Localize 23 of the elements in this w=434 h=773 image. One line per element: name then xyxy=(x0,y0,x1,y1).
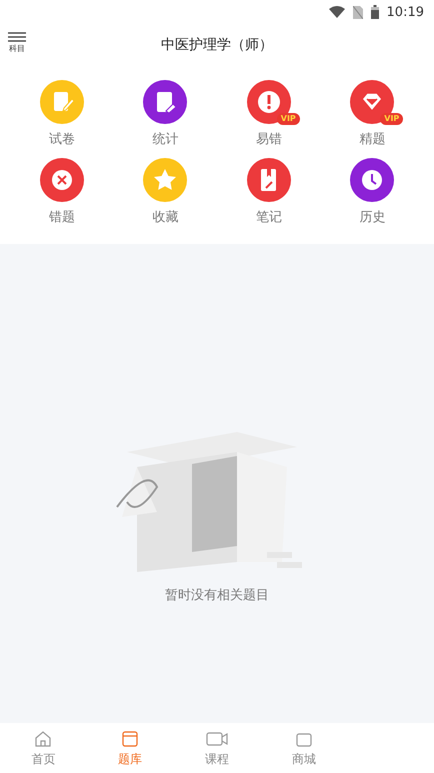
feature-button[interactable]: 笔记 xyxy=(217,158,320,226)
battery-icon xyxy=(370,5,379,19)
feature-button[interactable]: VIP 精题 xyxy=(320,80,424,148)
empty-message: 暂时没有相关题目 xyxy=(165,587,269,604)
feature-button[interactable]: VIP 易错 xyxy=(217,80,320,148)
no-sim-icon xyxy=(352,6,363,18)
nav-tab[interactable]: 首页 xyxy=(0,723,87,773)
vip-badge: VIP xyxy=(276,113,300,125)
feature-button[interactable]: 错题 xyxy=(10,158,114,226)
vip-badge: VIP xyxy=(380,113,404,125)
nav-tab[interactable]: 题库 xyxy=(86,723,174,773)
subject-menu-button[interactable]: 科目 xyxy=(8,32,26,54)
home-icon xyxy=(33,728,54,748)
feature-button[interactable]: 试卷 xyxy=(10,80,114,148)
feature-button[interactable]: 统计 xyxy=(114,80,217,148)
page-title: 中医护理学（师） xyxy=(161,36,273,54)
status-time: 10:19 xyxy=(386,4,424,20)
nav-tab[interactable]: 商城 xyxy=(260,723,348,773)
nav-tab[interactable]: 课程 xyxy=(174,723,260,773)
feature-button[interactable]: 历史 xyxy=(320,158,424,226)
layers-icon xyxy=(120,728,140,748)
wifi-icon xyxy=(328,6,345,18)
feature-button[interactable]: 收藏 xyxy=(114,158,217,226)
